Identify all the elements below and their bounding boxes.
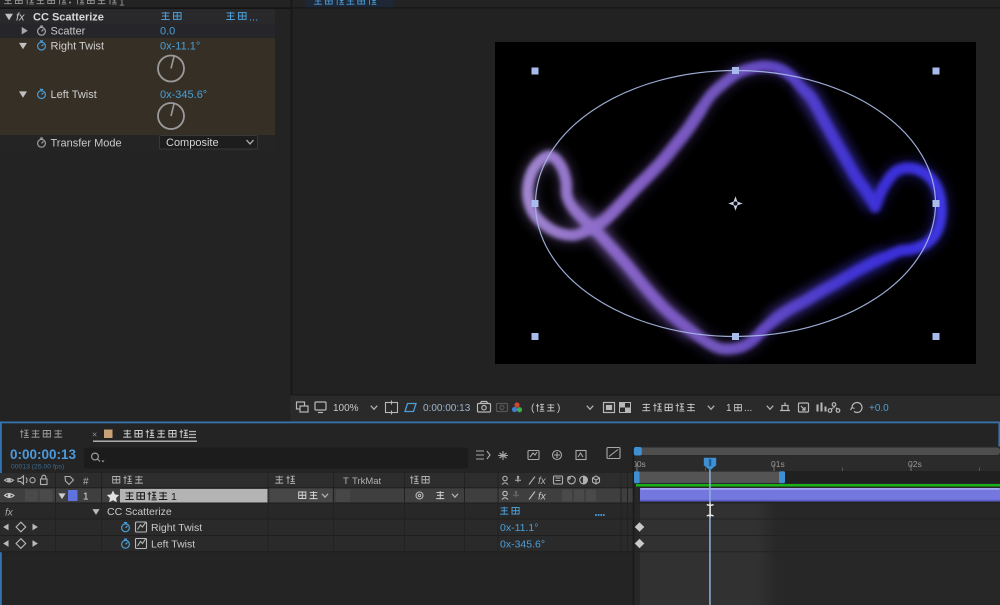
svg-text:Transfer Mode: Transfer Mode [51, 138, 122, 150]
svg-text:fx: fx [5, 508, 14, 519]
svg-text:0x-345.6°: 0x-345.6° [500, 538, 545, 550]
svg-text:1: 1 [119, 0, 125, 9]
svg-text:0x-11.1°: 0x-11.1° [500, 522, 538, 534]
svg-text:CC Scatterize: CC Scatterize [107, 506, 172, 518]
svg-text:Right Twist: Right Twist [51, 40, 105, 52]
svg-text:×: × [92, 430, 97, 440]
svg-text:#: # [83, 477, 89, 488]
svg-text:0x-345.6°: 0x-345.6° [160, 89, 207, 101]
svg-text:...: ... [249, 12, 258, 24]
svg-text:T: T [343, 476, 349, 487]
svg-text:Right Twist: Right Twist [151, 522, 202, 534]
svg-text:Left Twist: Left Twist [151, 538, 195, 550]
svg-text:1: 1 [726, 403, 732, 414]
svg-text:+0.0: +0.0 [869, 403, 889, 414]
svg-text:Scatter: Scatter [51, 26, 86, 38]
svg-text:TrkMat: TrkMat [352, 476, 382, 487]
svg-text:fx: fx [538, 476, 547, 487]
svg-text:00013 (25.00 fps): 00013 (25.00 fps) [11, 464, 64, 471]
svg-text:01s: 01s [771, 459, 785, 469]
svg-text:fx: fx [16, 12, 25, 24]
svg-text:0x-11.1°: 0x-11.1° [160, 40, 200, 52]
svg-text:Left Twist: Left Twist [51, 89, 97, 101]
svg-text:CC Scatterize: CC Scatterize [33, 12, 104, 24]
svg-text:0:00:00:13: 0:00:00:13 [423, 403, 471, 414]
svg-text:): ) [557, 403, 560, 414]
svg-text:0:00:00:13: 0:00:00:13 [10, 447, 77, 462]
svg-text:1: 1 [83, 492, 89, 503]
svg-text:fx: fx [538, 492, 547, 503]
svg-text:100%: 100% [333, 403, 359, 414]
svg-text:1: 1 [171, 491, 177, 503]
svg-text:02s: 02s [908, 459, 922, 469]
svg-text:Composite: Composite [166, 137, 219, 149]
svg-text:0.0: 0.0 [160, 26, 175, 38]
svg-text:...: ... [744, 403, 752, 414]
